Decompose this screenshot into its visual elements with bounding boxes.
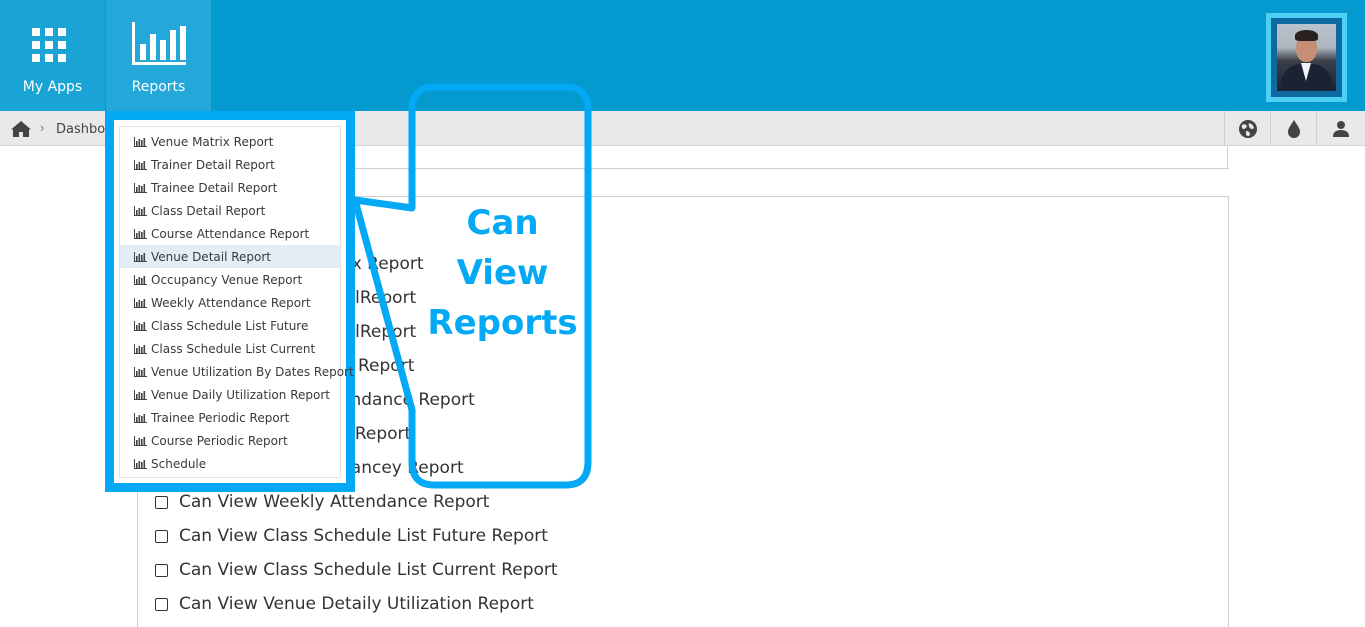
dropdown-item[interactable]: Trainee Periodic Report xyxy=(120,406,340,429)
top-navigation-bar: My Apps Reports xyxy=(0,0,1365,111)
my-apps-button[interactable]: My Apps xyxy=(0,0,105,111)
dropdown-item[interactable]: Venue Detail Report xyxy=(120,245,340,268)
bar-chart-icon xyxy=(134,343,147,354)
chevron-right-icon: › xyxy=(40,120,45,135)
dropdown-item-label: Class Schedule List Current xyxy=(151,341,316,356)
bar-chart-icon xyxy=(134,228,147,239)
permission-label-partial: pancey Report xyxy=(340,458,464,478)
profile-button[interactable] xyxy=(1316,111,1365,146)
dropdown-item-label: Venue Utilization By Dates Report xyxy=(151,364,354,379)
bar-chart-icon xyxy=(134,251,147,262)
dropdown-item[interactable]: Venue Daily Utilization Report xyxy=(120,383,340,406)
bar-chart-icon xyxy=(134,320,147,331)
user-avatar-frame[interactable] xyxy=(1266,13,1347,102)
dropdown-item[interactable]: Course Attendance Report xyxy=(120,222,340,245)
bar-chart-icon xyxy=(134,182,147,193)
dropdown-item-label: Occupancy Venue Report xyxy=(151,272,303,287)
permission-row[interactable]: Can View Class Schedule List Future Repo… xyxy=(155,525,548,547)
bar-chart-icon xyxy=(132,22,186,65)
dropdown-item[interactable]: Trainer Detail Report xyxy=(120,153,340,176)
bar-chart-icon xyxy=(134,435,147,446)
droplet-icon xyxy=(1287,119,1300,138)
permission-label-partial: Report xyxy=(358,356,415,376)
theme-button[interactable] xyxy=(1270,111,1316,146)
dropdown-item-label: Schedule xyxy=(151,456,207,471)
apps-grid-icon xyxy=(32,28,66,62)
bar-chart-icon xyxy=(134,366,147,377)
bar-chart-icon xyxy=(134,412,147,423)
permission-row[interactable]: Can View Class Schedule List Current Rep… xyxy=(155,559,558,581)
dropdown-item-label: Class Schedule List Future xyxy=(151,318,309,333)
dropdown-item[interactable]: Class Schedule List Current xyxy=(120,337,340,360)
permission-checkbox[interactable] xyxy=(155,529,168,543)
bar-chart-icon xyxy=(134,159,147,170)
permission-checkbox[interactable] xyxy=(155,495,168,509)
permission-row[interactable]: Can View Venue Detaily Utilization Repor… xyxy=(155,593,534,615)
reports-label: Reports xyxy=(131,79,186,95)
globe-icon xyxy=(1238,119,1257,138)
dropdown-item-label: Venue Matrix Report xyxy=(151,134,274,149)
dropdown-item[interactable]: Venue Matrix Report xyxy=(120,130,340,153)
callout-line: View xyxy=(456,253,549,293)
bar-chart-icon xyxy=(134,205,147,216)
dropdown-item-label: Course Attendance Report xyxy=(151,226,310,241)
dropdown-item-label: Class Detail Report xyxy=(151,203,266,218)
dropdown-item[interactable]: Occupancy Venue Report xyxy=(120,268,340,291)
dropdown-item-label: Trainee Detail Report xyxy=(151,180,278,195)
dropdown-item-label: Venue Detail Report xyxy=(151,249,272,264)
avatar[interactable] xyxy=(1277,24,1336,91)
dropdown-item[interactable]: Course Periodic Report xyxy=(120,429,340,452)
dropdown-item-label: Trainer Detail Report xyxy=(151,157,275,172)
dropdown-item-label: Weekly Attendance Report xyxy=(151,295,311,310)
dropdown-item[interactable]: Schedule xyxy=(120,452,340,475)
dropdown-item[interactable]: Class Detail Report xyxy=(120,199,340,222)
bar-chart-icon xyxy=(134,458,147,469)
permission-label: Can View Class Schedule List Future Repo… xyxy=(179,526,548,546)
permission-row[interactable]: Can View Weekly Attendance Report xyxy=(155,491,489,513)
dropdown-item[interactable]: Trainee Detail Report xyxy=(120,176,340,199)
my-apps-label: My Apps xyxy=(22,79,83,95)
permission-label-partial: endance Report xyxy=(340,390,475,410)
user-icon xyxy=(1333,120,1349,137)
language-button[interactable] xyxy=(1224,111,1270,146)
bar-chart-icon xyxy=(134,297,147,308)
panel-divider xyxy=(340,168,1229,169)
permission-label: Can View Class Schedule List Current Rep… xyxy=(179,560,558,580)
home-icon[interactable] xyxy=(10,120,32,138)
dropdown-item-label: Course Periodic Report xyxy=(151,433,288,448)
permission-checkbox[interactable] xyxy=(155,597,168,611)
callout-text: Can View Reports xyxy=(420,198,585,348)
permission-label: Can View Weekly Attendance Report xyxy=(179,492,490,512)
callout-line: Reports xyxy=(427,303,578,343)
permission-label: Can View Venue Detaily Utilization Repor… xyxy=(179,594,534,614)
bar-chart-icon xyxy=(134,274,147,285)
bar-chart-icon xyxy=(134,136,147,147)
permission-checkbox[interactable] xyxy=(155,563,168,577)
dropdown-item[interactable]: Weekly Attendance Report xyxy=(120,291,340,314)
bar-chart-icon xyxy=(134,389,147,400)
dropdown-item-label: Trainee Periodic Report xyxy=(151,410,290,425)
dropdown-item[interactable]: Class Schedule List Future xyxy=(120,314,340,337)
reports-dropdown-menu: Venue Matrix Report Trainer Detail Report… xyxy=(119,126,354,478)
callout-line: Can xyxy=(466,203,539,243)
panel-divider xyxy=(1227,146,1228,168)
dropdown-item-label: Venue Daily Utilization Report xyxy=(151,387,330,402)
dropdown-item[interactable]: Venue Utilization By Dates Report xyxy=(120,360,354,383)
reports-button[interactable]: Reports xyxy=(106,0,211,111)
